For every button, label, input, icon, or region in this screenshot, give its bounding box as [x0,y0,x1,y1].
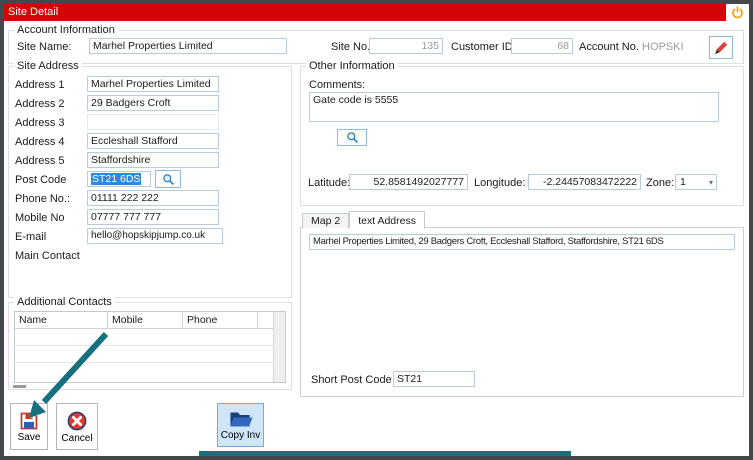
contacts-table-header: Name Mobile Phone [15,312,285,329]
account-no-label: Account No. [579,41,639,53]
post-code-input[interactable]: ST21 6DS [87,171,151,187]
column-header-phone[interactable]: Phone [183,312,258,328]
additional-contacts-group: Additional Contacts Name Mobile Phone [8,296,292,390]
main-contact-label: Main Contact [15,250,80,262]
account-no-value: HOPSKI [642,41,684,53]
phone-label: Phone No.: [15,193,71,205]
text-address-panel: Marhel Properties Limited, 29 Badgers Cr… [300,227,744,397]
comments-input[interactable]: Gate code is 5555 [309,92,719,122]
site-address-group: Site Address Address 1 Marhel Properties… [8,60,292,298]
address4-label: Address 4 [15,136,65,148]
email-label: E-mail [15,231,47,243]
bottom-accent-strip [199,451,571,456]
site-name-input[interactable]: Marhel Properties Limited [89,38,287,54]
cancel-button[interactable]: Cancel [56,403,98,450]
other-information-group: Other Information Comments: Gate code is… [300,60,744,206]
comments-search-button[interactable] [337,129,367,146]
site-detail-window: Site Detail Account Information Site Nam… [0,0,753,460]
longitude-label: Longitude: [474,177,526,189]
tab-strip: Map 2 text Address [302,209,425,229]
table-scrollbar[interactable] [273,312,285,382]
short-post-code-input[interactable]: ST21 [393,371,475,387]
address1-label: Address 1 [15,79,65,91]
zone-value: 1 [680,176,686,188]
cancel-icon [67,411,87,430]
save-label: Save [17,431,41,443]
column-header-name[interactable]: Name [15,312,108,328]
email-input[interactable]: hello@hopskipjump.co.uk [87,228,223,244]
full-address-input[interactable]: Marhel Properties Limited, 29 Badgers Cr… [309,234,735,250]
search-icon [346,132,358,143]
mobile-input[interactable]: 07777 777 777 [87,209,219,225]
customer-id-label: Customer ID: [451,41,516,53]
table-row[interactable] [15,329,285,346]
phone-input[interactable]: 01111 222 222 [87,190,219,206]
address5-label: Address 5 [15,155,65,167]
close-power-button[interactable] [726,4,749,21]
save-button[interactable]: Save [10,403,48,450]
column-header-mobile[interactable]: Mobile [108,312,183,328]
window-title: Site Detail [8,6,59,18]
longitude-input[interactable]: -2.24457083472222 [528,174,641,190]
site-no-label: Site No. [331,41,371,53]
zone-select[interactable]: 1 [675,174,717,190]
search-icon [162,173,174,185]
customer-id-input[interactable]: 68 [511,38,573,54]
other-information-label: Other Information [306,60,398,72]
cancel-label: Cancel [61,432,93,444]
address2-label: Address 2 [15,98,65,110]
account-information-group: Account Information Site Name: Marhel Pr… [8,24,744,64]
address3-input[interactable] [87,114,219,130]
copy-inv-label: Copy Inv [220,429,261,441]
address5-input[interactable]: Staffordshire [87,152,219,168]
resize-dash [13,385,26,388]
mobile-label: Mobile No [15,212,65,224]
address2-input[interactable]: 29 Badgers Croft [87,95,219,111]
post-code-label: Post Code [15,174,67,186]
tab-map2[interactable]: Map 2 [302,213,350,228]
address-tab-control: Map 2 text Address Marhel Properties Lim… [300,209,744,397]
post-code-selected-text: ST21 6DS [91,173,142,185]
site-no-input[interactable]: 135 [369,38,443,54]
tab-text-address[interactable]: text Address [349,211,425,229]
chevron-down-icon [709,178,716,187]
post-code-search-button[interactable] [155,170,181,188]
additional-contacts-label: Additional Contacts [14,296,115,308]
latitude-label: Latitude: [308,177,351,189]
address4-input[interactable]: Eccleshall Stafford [87,133,219,149]
zone-label: Zone: [646,177,675,189]
account-group-label: Account Information [14,24,118,36]
folder-icon [230,412,252,426]
edit-account-button[interactable] [709,36,733,59]
copy-inv-button[interactable]: Copy Inv [217,403,264,447]
window-titlebar[interactable]: Site Detail [4,4,726,21]
pencil-icon [715,41,728,54]
latitude-input[interactable]: 52.8581492027777 [349,174,468,190]
comments-label: Comments: [309,79,366,91]
short-post-code-label: Short Post Code [311,374,392,386]
contacts-table[interactable]: Name Mobile Phone [14,311,286,383]
site-address-label: Site Address [14,60,82,72]
power-icon [732,6,743,19]
table-row[interactable] [15,346,285,363]
site-name-label: Site Name: [17,41,72,53]
save-icon [20,412,38,429]
address1-input[interactable]: Marhel Properties Limited [87,76,219,92]
address3-label: Address 3 [15,117,65,129]
